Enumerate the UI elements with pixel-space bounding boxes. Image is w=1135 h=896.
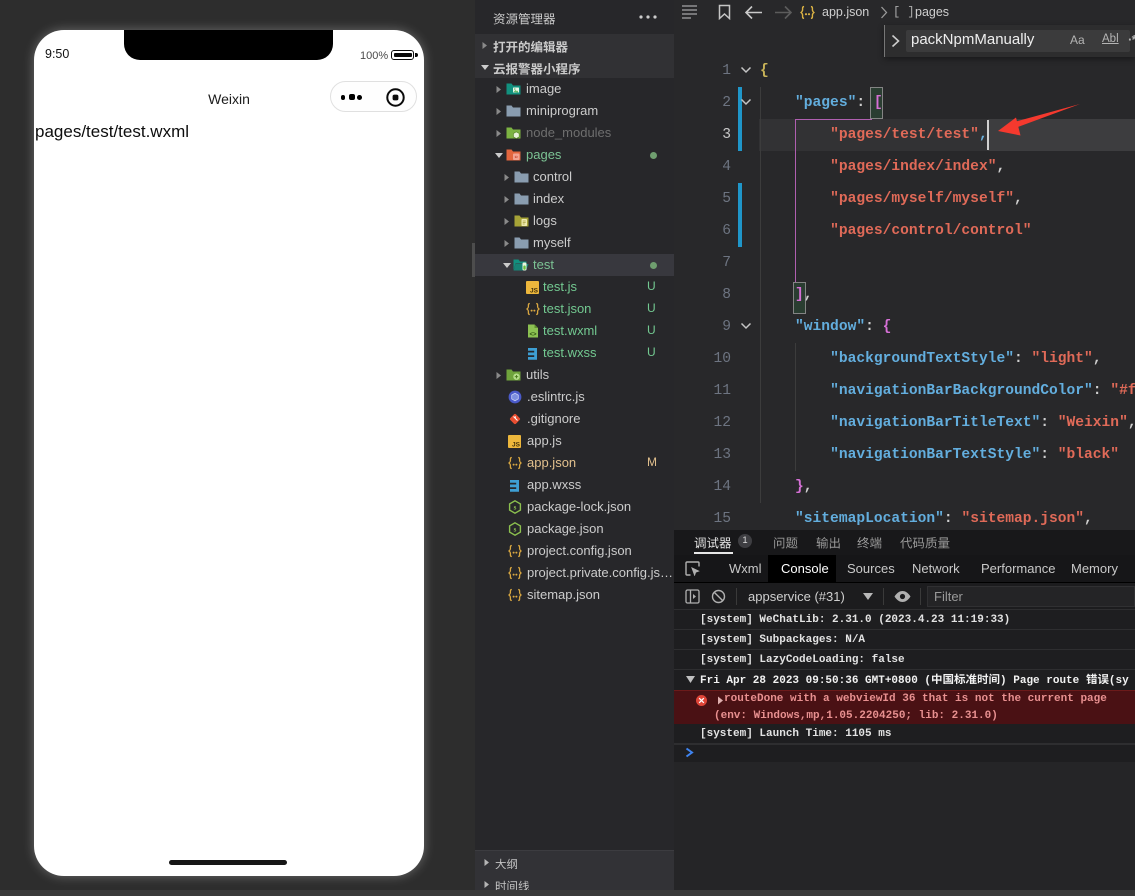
svg-text:<>: <> [529, 332, 537, 338]
svg-text:‹›: ‹› [515, 155, 519, 161]
svg-text:s: s [514, 504, 517, 512]
svg-text:JS: JS [530, 287, 539, 294]
svg-text:s: s [514, 526, 517, 534]
svg-text:JS: JS [512, 441, 521, 448]
